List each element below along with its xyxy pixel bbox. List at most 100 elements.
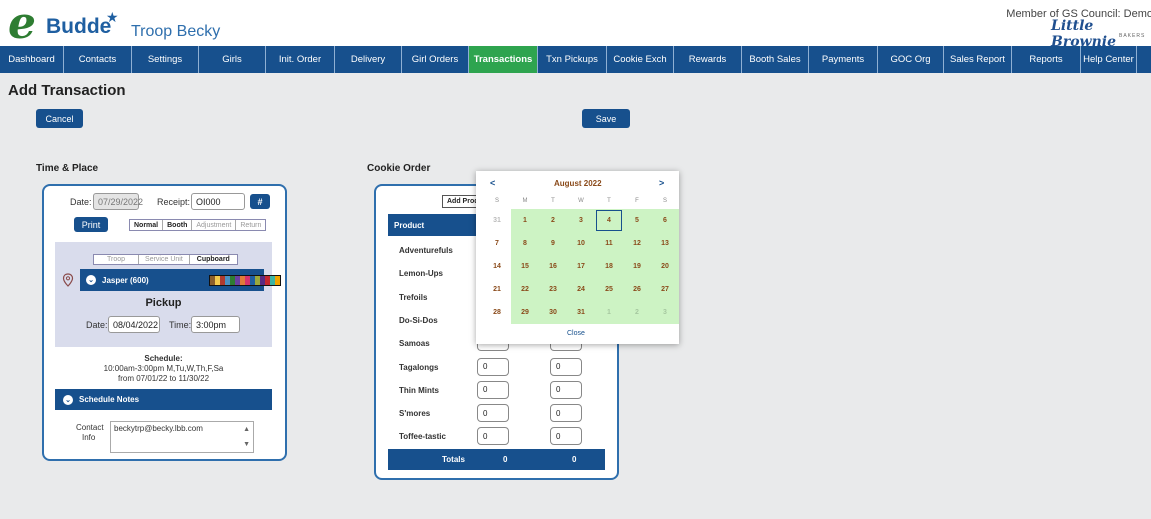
- nav-girls[interactable]: Girls: [199, 46, 266, 73]
- calendar-day[interactable]: 1: [511, 209, 539, 232]
- nav-txn-pickups[interactable]: Txn Pickups: [538, 46, 607, 73]
- source-service-unit[interactable]: Service Unit: [139, 255, 190, 264]
- calendar-day[interactable]: 8: [511, 232, 539, 255]
- calendar-day[interactable]: 31: [567, 301, 595, 324]
- nav-dashboard[interactable]: Dashboard: [0, 46, 64, 73]
- calendar-weekday: T: [607, 198, 611, 204]
- nav-delivery[interactable]: Delivery: [335, 46, 402, 73]
- bakery-logo-sub: BAKERS: [1119, 33, 1146, 39]
- troop-name: Troop Becky: [131, 23, 221, 40]
- nav-init-order[interactable]: Init. Order: [266, 46, 335, 73]
- receipt-field[interactable]: OI000: [191, 193, 245, 210]
- product-name: Adventurefuls: [399, 246, 453, 255]
- calendar-day[interactable]: 29: [511, 301, 539, 324]
- nav-rewards[interactable]: Rewards: [674, 46, 742, 73]
- prev-month-button[interactable]: <: [490, 178, 495, 188]
- qty-input-b[interactable]: 0: [550, 380, 582, 399]
- source-troop[interactable]: Troop: [94, 255, 140, 264]
- qty-input-b[interactable]: 0: [550, 404, 582, 423]
- qty-input-b[interactable]: 0: [550, 357, 582, 376]
- calendar-day[interactable]: 15: [511, 255, 539, 278]
- nav-girl-orders[interactable]: Girl Orders: [402, 46, 469, 73]
- nav-settings[interactable]: Settings: [132, 46, 199, 73]
- calendar-day[interactable]: 23: [539, 278, 567, 301]
- calendar-day: 14: [493, 263, 501, 270]
- product-column-header: Product: [388, 214, 478, 236]
- nav-goc-org[interactable]: GOC Org: [878, 46, 944, 73]
- calendar-day-selected[interactable]: 4: [595, 209, 623, 232]
- scroll-up-icon[interactable]: ▲: [243, 426, 250, 433]
- qty-input-a[interactable]: 0: [477, 357, 509, 376]
- calendar-day[interactable]: 24: [567, 278, 595, 301]
- chevron-down-icon[interactable]: ⌄: [86, 275, 96, 285]
- product-name: Trefoils: [399, 292, 428, 302]
- calendar-day[interactable]: 22: [511, 278, 539, 301]
- pickup-date-field[interactable]: 08/04/2022: [108, 316, 160, 333]
- calendar-day[interactable]: 5: [623, 209, 651, 232]
- save-button[interactable]: Save: [582, 109, 630, 128]
- contact-label: Contact: [76, 423, 104, 432]
- calendar-day[interactable]: 6: [651, 209, 679, 232]
- scroll-down-icon[interactable]: ▼: [243, 441, 250, 448]
- schedule-notes-bar[interactable]: ⌄ Schedule Notes: [55, 389, 272, 410]
- calendar-day[interactable]: 19: [623, 255, 651, 278]
- calendar-day[interactable]: 10: [567, 232, 595, 255]
- qty-input-a[interactable]: 0: [477, 427, 509, 446]
- receipt-number-button[interactable]: #: [250, 194, 270, 209]
- calendar-close-button[interactable]: Close: [567, 330, 585, 337]
- calendar-weekday: M: [522, 198, 528, 204]
- nav-reports[interactable]: Reports: [1012, 46, 1081, 73]
- calendar-day[interactable]: 30: [539, 301, 567, 324]
- calendar-day[interactable]: 2: [539, 209, 567, 232]
- chevron-down-icon[interactable]: ⌄: [63, 394, 73, 405]
- calendar-day[interactable]: 9: [539, 232, 567, 255]
- calendar-day[interactable]: 27: [651, 278, 679, 301]
- contact-info-textarea[interactable]: beckytrp@becky.lbb.com ▲ ▼: [110, 421, 254, 453]
- qty-input-a[interactable]: 0: [477, 404, 509, 423]
- calendar-day[interactable]: 13: [651, 232, 679, 255]
- cancel-button[interactable]: Cancel: [36, 109, 83, 128]
- schedule-hours: 10:00am-3:00pm M,Tu,W,Th,F,Sa: [103, 364, 224, 373]
- page-title: Add Transaction: [8, 82, 126, 99]
- qty-input-a[interactable]: 0: [477, 380, 509, 399]
- nav-payments[interactable]: Payments: [809, 46, 878, 73]
- type-return[interactable]: Return: [236, 220, 265, 230]
- calendar-day[interactable]: 1: [595, 301, 623, 324]
- ebudde-logo[interactable]: e Budde ★: [8, 0, 120, 49]
- nav-cookie-exch[interactable]: Cookie Exch: [607, 46, 674, 73]
- nav-booth-sales[interactable]: Booth Sales: [742, 46, 809, 73]
- calendar-day[interactable]: 20: [651, 255, 679, 278]
- nav-sales-report[interactable]: Sales Report: [944, 46, 1012, 73]
- calendar-day[interactable]: 3: [651, 301, 679, 324]
- product-name: Do-Si-Dos: [399, 315, 438, 325]
- transaction-type-selector: Normal Booth Adjustment Return: [129, 219, 267, 231]
- nav-transactions[interactable]: Transactions: [469, 46, 538, 73]
- print-button[interactable]: Print: [74, 217, 108, 232]
- calendar-day[interactable]: 16: [539, 255, 567, 278]
- qty-input-b[interactable]: 0: [550, 427, 582, 446]
- type-booth[interactable]: Booth: [163, 220, 193, 230]
- next-month-button[interactable]: >: [659, 178, 664, 188]
- calendar-day[interactable]: 11: [595, 232, 623, 255]
- cookie-order-title: Cookie Order: [367, 163, 431, 174]
- calendar-day[interactable]: 18: [595, 255, 623, 278]
- calendar-day[interactable]: 3: [567, 209, 595, 232]
- source-cupboard[interactable]: Cupboard: [190, 255, 237, 264]
- total-b: 0: [572, 455, 577, 464]
- pickup-time-field[interactable]: 3:00pm: [191, 316, 240, 333]
- type-normal[interactable]: Normal: [130, 220, 164, 230]
- nav-help-center[interactable]: Help Center: [1081, 46, 1137, 73]
- schedule-range: from 07/01/22 to 11/30/22: [117, 374, 210, 383]
- calendar-day[interactable]: 12: [623, 232, 651, 255]
- calendar-day[interactable]: 25: [595, 278, 623, 301]
- calendar-day[interactable]: 26: [623, 278, 651, 301]
- cookie-color-swatches: [209, 275, 281, 286]
- calendar-weekday: S: [494, 198, 499, 204]
- date-field[interactable]: 07/29/2022: [93, 193, 143, 210]
- type-adjustment[interactable]: Adjustment: [192, 220, 237, 230]
- receipt-label: Receipt:: [157, 197, 191, 207]
- nav-contacts[interactable]: Contacts: [64, 46, 132, 73]
- contact-info-text: beckytrp@becky.lbb.com: [114, 424, 203, 433]
- calendar-day[interactable]: 2: [623, 301, 651, 324]
- calendar-day[interactable]: 17: [567, 255, 595, 278]
